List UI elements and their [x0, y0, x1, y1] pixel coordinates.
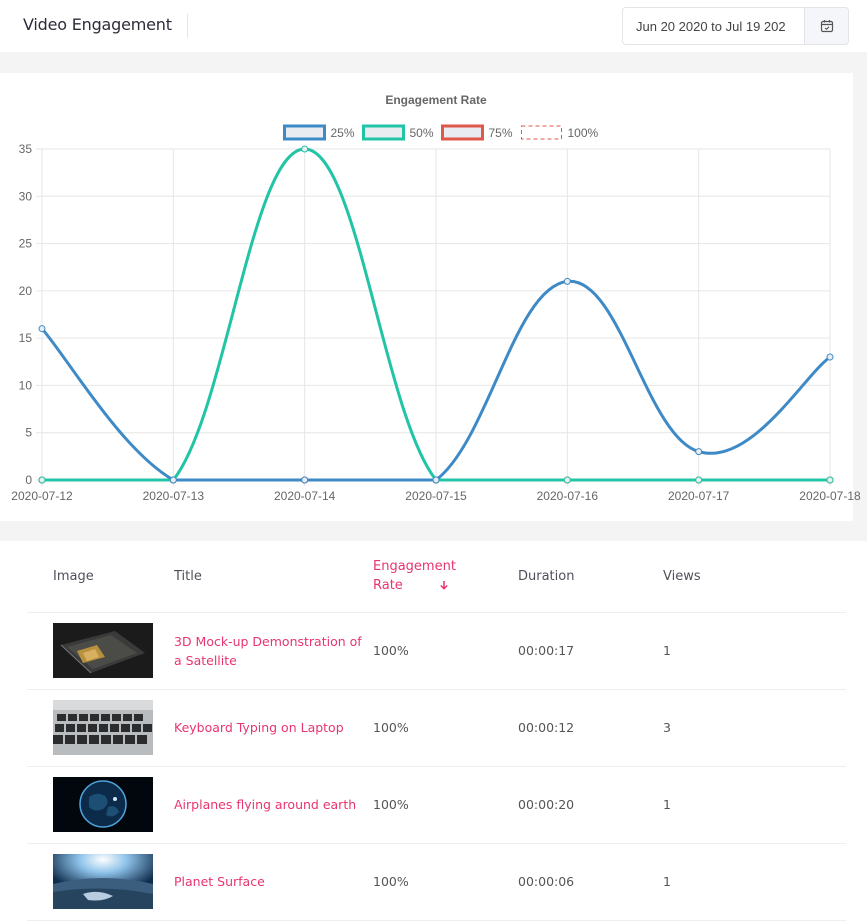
- table-header-row: Image Title Engagement Rate Duration Vie…: [27, 541, 846, 613]
- x-tick-label: 2020-07-17: [668, 489, 730, 503]
- legend-item[interactable]: 25%: [283, 124, 355, 141]
- legend-swatch: [362, 124, 405, 141]
- x-tick-label: 2020-07-18: [799, 489, 861, 503]
- legend-item[interactable]: 100%: [521, 125, 599, 140]
- image-cell: [27, 689, 174, 767]
- video-title-link[interactable]: Planet Surface: [174, 872, 373, 891]
- y-tick-label: 35: [19, 142, 33, 156]
- column-header-views-label: Views: [663, 568, 701, 584]
- table-row: Airplanes flying around earth 100% 00:00…: [27, 766, 846, 844]
- engagement-rate-cell: 100%: [373, 766, 518, 844]
- table-row: Keyboard Typing on Laptop 100% 00:00:12 …: [27, 689, 846, 767]
- x-tick-label: 2020-07-14: [274, 489, 336, 503]
- date-picker-button[interactable]: [804, 8, 848, 44]
- calendar-icon: [820, 20, 833, 33]
- column-header-image: Image: [27, 541, 174, 613]
- column-header-duration[interactable]: Duration: [518, 541, 663, 613]
- x-tick-label: 2020-07-13: [143, 489, 205, 503]
- column-header-title-label: Title: [174, 568, 202, 584]
- x-tick-label: 2020-07-15: [405, 489, 467, 503]
- video-title-link[interactable]: 3D Mock-up Demonstration of a Satellite: [174, 632, 373, 670]
- legend-swatch: [441, 124, 484, 141]
- column-header-title[interactable]: Title: [174, 541, 373, 613]
- legend-swatch: [521, 125, 562, 140]
- date-range-input[interactable]: [623, 8, 804, 44]
- y-tick-label: 0: [25, 473, 32, 487]
- page-title: Video Engagement: [23, 15, 172, 34]
- views-cell: 3: [663, 689, 846, 767]
- title-divider: [187, 14, 188, 38]
- engagement-rate-cell: 100%: [373, 843, 518, 921]
- table-row: 3D Mock-up Demonstration of a Satellite …: [27, 612, 846, 690]
- thumbnail-keyboard[interactable]: [53, 700, 153, 755]
- column-header-engagement-rate-label: Engagement Rate: [373, 559, 456, 594]
- y-tick-label: 15: [19, 331, 33, 345]
- views-cell: 1: [663, 612, 846, 690]
- column-header-duration-label: Duration: [518, 568, 575, 584]
- data-point[interactable]: [563, 277, 571, 285]
- data-point[interactable]: [301, 476, 309, 484]
- data-point[interactable]: [826, 353, 834, 361]
- arrow-down-icon: [440, 581, 448, 591]
- data-point[interactable]: [169, 476, 177, 484]
- data-point[interactable]: [563, 476, 571, 484]
- date-range-picker: [622, 7, 849, 45]
- y-tick-label: 30: [19, 189, 33, 203]
- data-point[interactable]: [826, 476, 834, 484]
- title-cell: Airplanes flying around earth: [174, 766, 373, 844]
- legend-swatch: [283, 124, 326, 141]
- legend-label: 100%: [568, 126, 599, 140]
- data-point[interactable]: [695, 448, 703, 456]
- engagement-chart-card: Engagement Rate 0 5 10 15 20 25 30 35 2020-07-12…: [0, 73, 861, 521]
- data-point[interactable]: [38, 476, 46, 484]
- thumbnail-earth[interactable]: [53, 777, 153, 832]
- duration-cell: 00:00:17: [518, 612, 663, 690]
- table-row: Planet Surface 100% 00:00:06 1: [27, 843, 846, 921]
- thumbnail-planet[interactable]: [53, 854, 153, 909]
- duration-cell: 00:00:20: [518, 766, 663, 844]
- column-header-engagement-rate[interactable]: Engagement Rate: [373, 541, 518, 613]
- engagement-rate-cell: 100%: [373, 689, 518, 767]
- video-title-link[interactable]: Keyboard Typing on Laptop: [174, 718, 373, 737]
- y-tick-label: 5: [25, 426, 32, 440]
- engagement-rate-chart: Engagement Rate 0 5 10 15 20 25 30 35 2020-07-12…: [11, 93, 861, 503]
- videos-table-card: Image Title Engagement Rate Duration Vie…: [0, 541, 867, 924]
- y-tick-label: 25: [19, 237, 33, 251]
- videos-table: Image Title Engagement Rate Duration Vie…: [27, 541, 846, 921]
- data-point[interactable]: [432, 476, 440, 484]
- legend-item[interactable]: 50%: [362, 124, 434, 141]
- image-cell: [27, 843, 174, 921]
- x-tick-label: 2020-07-16: [537, 489, 599, 503]
- chart-title: Engagement Rate: [385, 93, 487, 107]
- title-cell: 3D Mock-up Demonstration of a Satellite: [174, 612, 373, 690]
- data-point[interactable]: [695, 476, 703, 484]
- data-point[interactable]: [301, 145, 309, 153]
- views-cell: 1: [663, 843, 846, 921]
- image-cell: [27, 766, 174, 844]
- thumbnail-satellite[interactable]: [53, 623, 153, 678]
- engagement-rate-cell: 100%: [373, 612, 518, 690]
- column-header-views[interactable]: Views: [663, 541, 846, 613]
- duration-cell: 00:00:12: [518, 689, 663, 767]
- legend-label: 25%: [331, 126, 355, 140]
- legend-item[interactable]: 75%: [441, 124, 513, 141]
- video-title-link[interactable]: Airplanes flying around earth: [174, 795, 373, 814]
- title-cell: Keyboard Typing on Laptop: [174, 689, 373, 767]
- image-cell: [27, 612, 174, 690]
- data-point[interactable]: [38, 325, 46, 333]
- duration-cell: 00:00:06: [518, 843, 663, 921]
- title-cell: Planet Surface: [174, 843, 373, 921]
- views-cell: 1: [663, 766, 846, 844]
- y-tick-label: 10: [19, 378, 33, 392]
- x-tick-label: 2020-07-12: [11, 489, 73, 503]
- y-tick-label: 20: [19, 284, 33, 298]
- legend-label: 75%: [489, 126, 513, 140]
- legend-label: 50%: [410, 126, 434, 140]
- top-bar: Video Engagement: [0, 0, 867, 52]
